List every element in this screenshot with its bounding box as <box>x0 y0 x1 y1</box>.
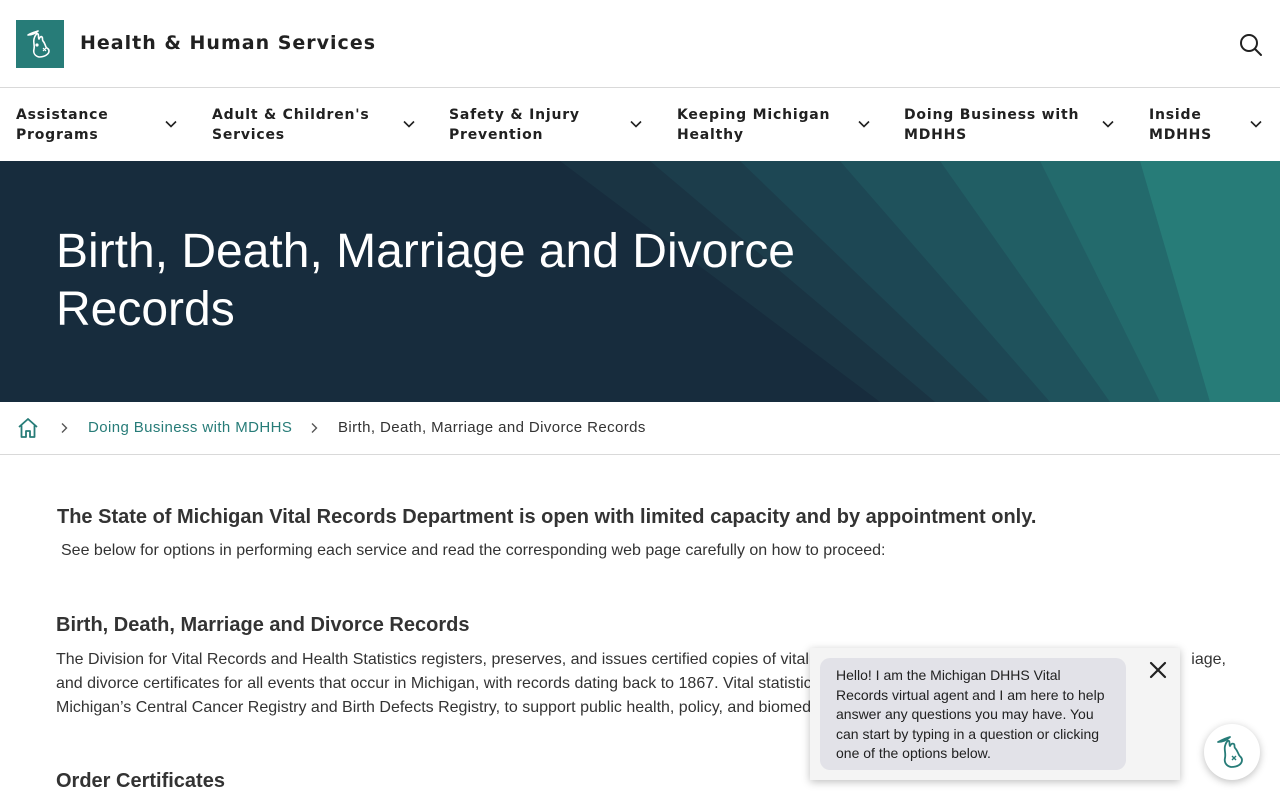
breadcrumb-link-doing-business[interactable]: Doing Business with MDHHS <box>88 419 292 436</box>
nav-label-line: Inside <box>1149 107 1202 123</box>
section-heading: Birth, Death, Marriage and Divorce Recor… <box>56 614 470 636</box>
close-icon[interactable] <box>1148 660 1168 680</box>
nav-label-line: Services <box>212 127 285 143</box>
chevron-down-icon <box>165 120 177 128</box>
nav-item-label: Keeping Michigan Healthy <box>677 105 830 145</box>
notice-text: See below for options in performing each… <box>61 542 886 559</box>
page-title: Birth, Death, Marriage and Divorce Recor… <box>56 223 916 339</box>
nav-label-line: Assistance <box>16 107 109 123</box>
nav-label-line: Safety & Injury <box>449 107 580 123</box>
chevron-down-icon <box>858 120 870 128</box>
nav-label-line: Adult & Children's <box>212 107 370 123</box>
section-text: The Division for Vital Records and Healt… <box>56 651 809 668</box>
nav-item-label: Doing Business with MDHHS <box>904 105 1079 145</box>
section-text: iage, <box>1191 651 1226 668</box>
nav-label-line: Doing Business with <box>904 107 1080 123</box>
nav-label-line: Programs <box>16 127 99 143</box>
nav-item-label: Safety & Injury Prevention <box>449 105 580 145</box>
chat-launcher-button[interactable] <box>1204 724 1260 780</box>
page-title-line: Records <box>56 283 235 336</box>
chevron-right-icon <box>311 423 318 433</box>
site-logo[interactable] <box>16 20 64 68</box>
breadcrumb: Doing Business with MDHHS Birth, Death, … <box>0 402 1280 455</box>
chevron-down-icon <box>403 120 415 128</box>
chat-panel: Hello! I am the Michigan DHHS Vital Reco… <box>810 648 1180 780</box>
order-certificates-heading: Order Certificates <box>56 770 225 792</box>
site-title[interactable]: Health & Human Services <box>80 32 376 54</box>
nav-item-inside-mdhhs[interactable]: Inside MDHHS <box>1149 89 1269 161</box>
breadcrumb-current: Birth, Death, Marriage and Divorce Recor… <box>338 419 646 436</box>
nav-label-line: MDHHS <box>904 127 968 143</box>
nav-item-doing-business-with-mdhhs[interactable]: Doing Business with MDHHS <box>904 89 1124 161</box>
nav-item-label: Adult & Children's Services <box>212 105 370 145</box>
nav-item-label: Inside MDHHS <box>1149 105 1212 145</box>
chevron-down-icon <box>630 120 642 128</box>
chevron-right-icon <box>61 423 68 433</box>
page-title-line: Birth, Death, Marriage and Divorce <box>56 225 795 278</box>
hero-banner: Birth, Death, Marriage and Divorce Recor… <box>0 161 1280 402</box>
nav-label-line: Keeping Michigan <box>677 107 831 123</box>
nav-label-line: Prevention <box>449 127 544 143</box>
notice-heading: The State of Michigan Vital Records Depa… <box>57 506 1037 528</box>
chevron-down-icon <box>1250 120 1262 128</box>
home-icon[interactable] <box>16 416 40 440</box>
michigan-mitten-icon <box>1217 736 1243 768</box>
michigan-mitten-icon <box>27 30 50 58</box>
chevron-down-icon <box>1102 120 1114 128</box>
nav-item-label: Assistance Programs <box>16 105 109 145</box>
site-header: Health & Human Services <box>0 0 1280 88</box>
nav-item-adult-childrens-services[interactable]: Adult & Children's Services <box>212 89 422 161</box>
nav-item-assistance-programs[interactable]: Assistance Programs <box>16 89 186 161</box>
nav-item-safety-injury-prevention[interactable]: Safety & Injury Prevention <box>449 89 649 161</box>
main-navigation: Assistance Programs Adult & Children's S… <box>0 89 1280 161</box>
search-icon <box>1240 34 1262 56</box>
nav-label-line: Healthy <box>677 127 744 143</box>
search-button[interactable] <box>1238 32 1264 58</box>
chat-message: Hello! I am the Michigan DHHS Vital Reco… <box>820 658 1126 770</box>
nav-item-keeping-michigan-healthy[interactable]: Keeping Michigan Healthy <box>677 89 877 161</box>
nav-label-line: MDHHS <box>1149 127 1213 143</box>
